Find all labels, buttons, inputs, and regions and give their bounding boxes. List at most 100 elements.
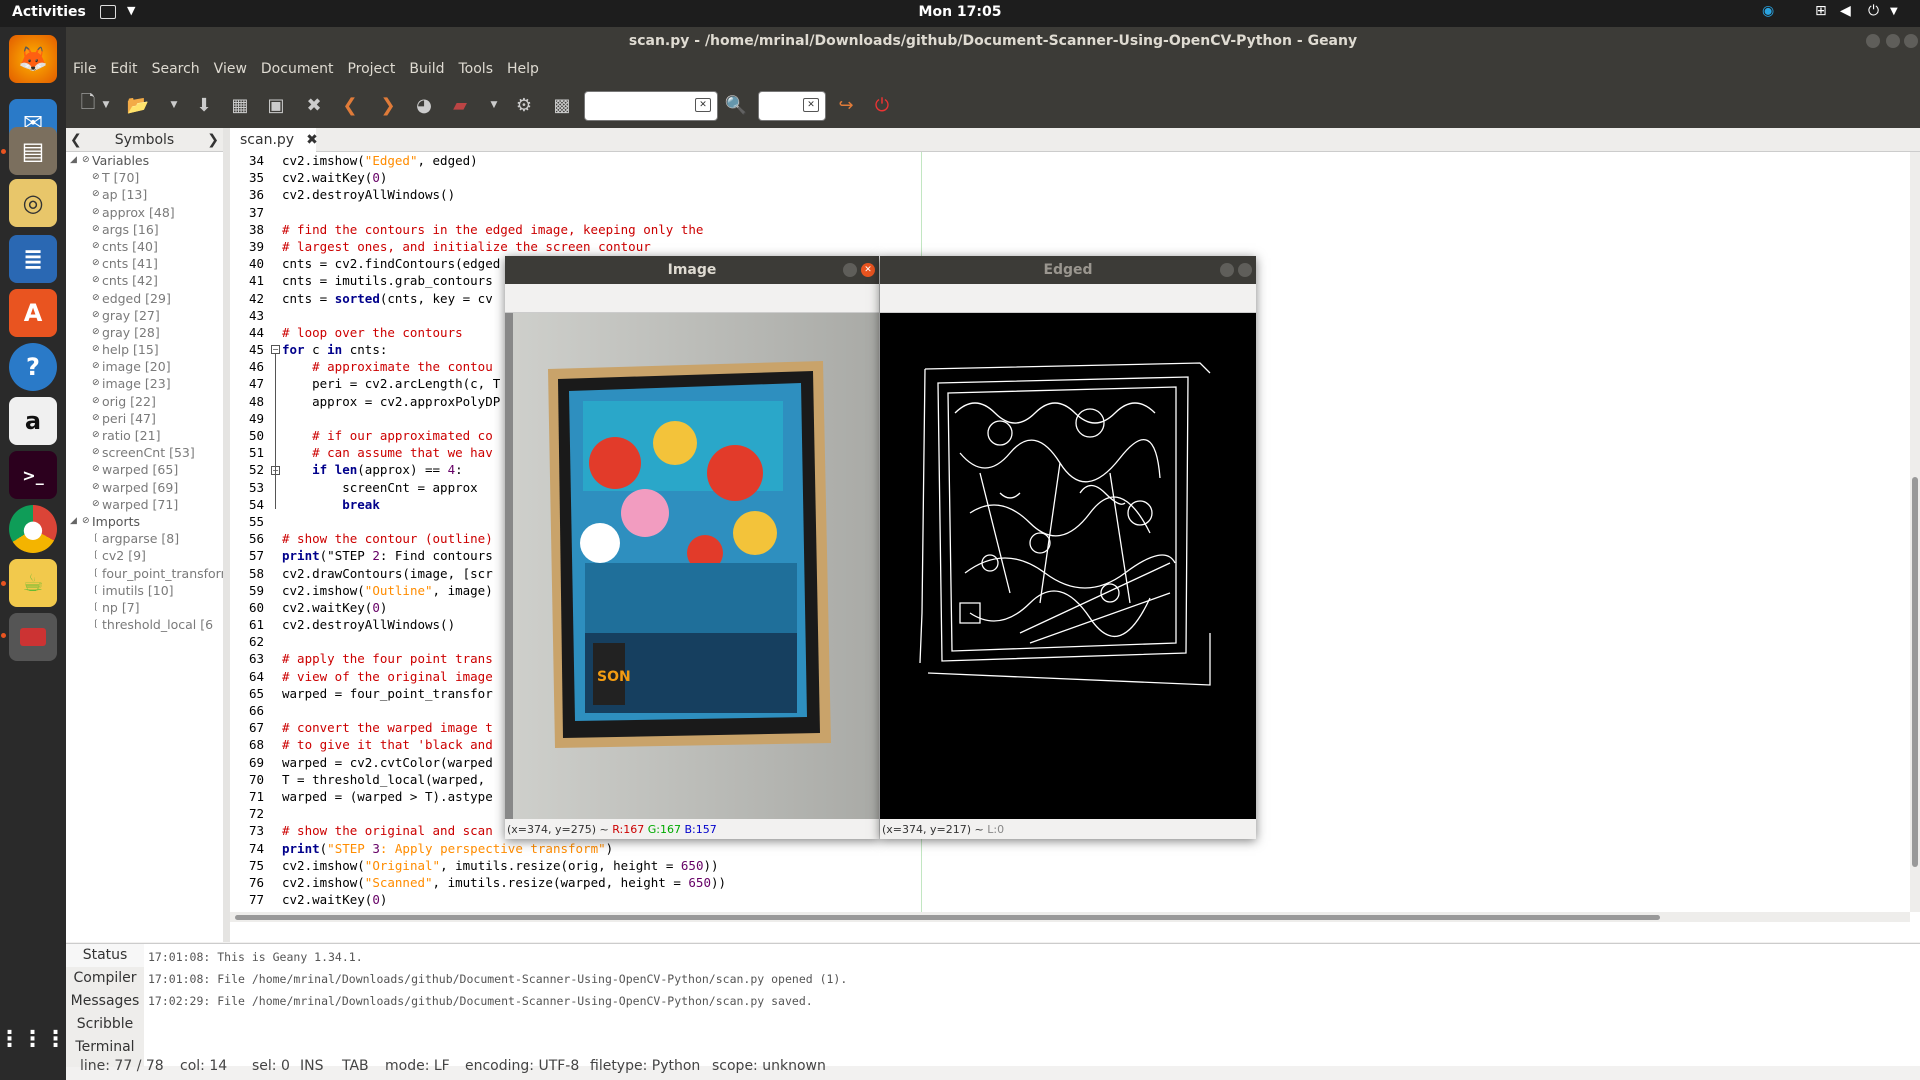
chevron-down-icon[interactable]: ▼ bbox=[94, 93, 118, 117]
code-line[interactable]: cv2.imshow("Original", imutils.resize(or… bbox=[282, 857, 1892, 874]
horizontal-scrollbar[interactable] bbox=[230, 912, 1910, 922]
code-line[interactable]: cv2.imshow("Scanned", imutils.resize(war… bbox=[282, 874, 1892, 891]
symbol-item[interactable]: ⊘ image [20] bbox=[66, 358, 223, 375]
revert-icon[interactable]: ▣ bbox=[264, 93, 288, 117]
chevron-down-icon[interactable]: ▼ bbox=[482, 93, 506, 117]
close-file-icon[interactable]: ✖ bbox=[302, 93, 326, 117]
symbol-item[interactable]: ⊘ peri [47] bbox=[66, 410, 223, 427]
code-line[interactable]: cv2.waitKey(0) bbox=[282, 891, 1892, 908]
chevron-down-icon[interactable]: ▼ bbox=[162, 93, 186, 117]
symbol-item[interactable]: ⊘ cnts [41] bbox=[66, 255, 223, 272]
symbol-item[interactable]: ⊘ warped [65] bbox=[66, 461, 223, 478]
open-file-icon[interactable]: 📂 bbox=[126, 93, 150, 117]
software-center-icon[interactable]: A bbox=[9, 289, 57, 337]
search-input[interactable]: ✕ bbox=[584, 91, 718, 121]
symbol-item[interactable]: ⊘ approx [48] bbox=[66, 204, 223, 221]
menu-search[interactable]: Search bbox=[152, 61, 200, 77]
volume-icon[interactable]: ◀ bbox=[1840, 3, 1851, 19]
quit-icon[interactable]: ⏻ bbox=[870, 93, 894, 117]
writer-icon[interactable]: ≣ bbox=[9, 235, 57, 283]
skype-icon[interactable]: ◉ bbox=[1762, 3, 1774, 19]
menu-build[interactable]: Build bbox=[409, 61, 444, 77]
clear-icon[interactable]: ✕ bbox=[803, 98, 819, 112]
close-icon[interactable] bbox=[1238, 263, 1252, 277]
goto-line-icon[interactable]: ↪ bbox=[834, 93, 858, 117]
fold-toggle-icon[interactable]: − bbox=[271, 345, 280, 355]
symbol-item[interactable]: ❲ threshold_local [6 bbox=[66, 616, 223, 633]
symbol-item[interactable]: ❲ imutils [10] bbox=[66, 582, 223, 599]
symbol-group[interactable]: ◢ ⊘ Variables bbox=[66, 152, 223, 169]
show-apps-icon[interactable]: ⋮⋮⋮ bbox=[0, 1015, 67, 1063]
search-icon[interactable]: 🔍 bbox=[724, 93, 748, 117]
minimize-icon[interactable] bbox=[1220, 263, 1234, 277]
scroll-thumb[interactable] bbox=[235, 915, 1660, 920]
tab-messages[interactable]: Messages bbox=[66, 990, 144, 1013]
pane-divider[interactable] bbox=[223, 128, 230, 942]
power-icon[interactable]: ⏻ bbox=[1868, 3, 1879, 19]
code-line[interactable]: # find the contours in the edged image, … bbox=[282, 221, 1892, 238]
tab-compiler[interactable]: Compiler bbox=[66, 967, 144, 990]
expander-icon[interactable]: ◢ bbox=[70, 513, 77, 530]
save-icon[interactable]: ⬇ bbox=[192, 93, 216, 117]
symbol-item[interactable]: ⊘ args [16] bbox=[66, 221, 223, 238]
close-icon[interactable]: ✕ bbox=[861, 263, 875, 277]
build-icon[interactable]: ▰ bbox=[448, 93, 472, 117]
tab-status[interactable]: Status bbox=[66, 944, 144, 967]
sidebar-prev-icon[interactable]: ❮ bbox=[70, 132, 82, 148]
tab-scan-py[interactable]: scan.py ✖ bbox=[230, 128, 318, 152]
firefox-icon[interactable]: 🦊 bbox=[9, 35, 57, 83]
symbol-item[interactable]: ⊘ gray [28] bbox=[66, 324, 223, 341]
clear-icon[interactable]: ✕ bbox=[695, 98, 711, 112]
back-icon[interactable]: ❮ bbox=[338, 93, 362, 117]
symbol-item[interactable]: ⊘ T [70] bbox=[66, 169, 223, 186]
minimize-icon[interactable] bbox=[1866, 34, 1880, 48]
symbol-item[interactable]: ⊘ help [15] bbox=[66, 341, 223, 358]
symbol-item[interactable]: ❲ argparse [8] bbox=[66, 530, 223, 547]
symbol-item[interactable]: ❲ np [7] bbox=[66, 599, 223, 616]
chrome-icon[interactable]: ● bbox=[9, 505, 57, 553]
symbol-item[interactable]: ⊘ screenCnt [53] bbox=[66, 444, 223, 461]
expander-icon[interactable]: ◢ bbox=[70, 152, 77, 169]
symbol-item[interactable]: ⊘ gray [27] bbox=[66, 307, 223, 324]
terminal-icon[interactable]: >_ bbox=[9, 451, 57, 499]
edge-detection-image[interactable] bbox=[880, 313, 1256, 819]
maximize-icon[interactable] bbox=[1886, 34, 1900, 48]
help-icon[interactable]: ? bbox=[9, 343, 57, 391]
symbol-item[interactable]: ⊘ edged [29] bbox=[66, 290, 223, 307]
close-tab-icon[interactable]: ✖ bbox=[306, 132, 318, 148]
code-line[interactable] bbox=[282, 204, 1892, 221]
forward-icon[interactable]: ❯ bbox=[376, 93, 400, 117]
code-line[interactable]: print("STEP 3: Apply perspective transfo… bbox=[282, 840, 1892, 857]
menu-file[interactable]: File bbox=[73, 61, 96, 77]
symbol-item[interactable]: ❲ four_point_transform bbox=[66, 565, 223, 582]
menu-help[interactable]: Help bbox=[507, 61, 539, 77]
symbol-item[interactable]: ⊘ cnts [40] bbox=[66, 238, 223, 255]
compile-icon[interactable]: ◕ bbox=[412, 93, 436, 117]
sidebar-next-icon[interactable]: ❯ bbox=[207, 132, 219, 148]
menu-project[interactable]: Project bbox=[347, 61, 395, 77]
network-icon[interactable]: ⊞ bbox=[1815, 3, 1827, 19]
color-chooser-icon[interactable]: ▩ bbox=[550, 93, 574, 117]
amazon-icon[interactable]: a bbox=[9, 397, 57, 445]
rhythmbox-icon[interactable]: ◎ bbox=[9, 179, 57, 227]
symbol-item[interactable]: ⊘ orig [22] bbox=[66, 393, 223, 410]
symbol-item[interactable]: ⊘ ap [13] bbox=[66, 186, 223, 203]
symbol-group[interactable]: ◢ ⊘ Imports bbox=[66, 513, 223, 530]
sidebar-tab-symbols[interactable]: Symbols bbox=[115, 132, 174, 148]
photo-framed-poster[interactable]: SON bbox=[505, 313, 879, 819]
code-line[interactable]: # largest ones, and initialize the scree… bbox=[282, 238, 1892, 255]
chevron-down-icon[interactable]: ▼ bbox=[1890, 6, 1898, 17]
scroll-thumb[interactable] bbox=[1912, 477, 1918, 867]
goto-line-input[interactable]: ✕ bbox=[758, 91, 826, 121]
menu-view[interactable]: View bbox=[214, 61, 247, 77]
geany-icon[interactable]: ☕ bbox=[9, 559, 57, 607]
files-icon[interactable]: ▤ bbox=[9, 127, 57, 175]
code-line[interactable]: cv2.imshow("Edged", edged) bbox=[282, 152, 1892, 169]
code-line[interactable]: cv2.destroyAllWindows() bbox=[282, 186, 1892, 203]
symbol-item[interactable]: ⊘ ratio [21] bbox=[66, 427, 223, 444]
symbol-item[interactable]: ⊘ cnts [42] bbox=[66, 272, 223, 289]
code-line[interactable]: cv2.waitKey(0) bbox=[282, 169, 1892, 186]
menu-document[interactable]: Document bbox=[261, 61, 334, 77]
clock[interactable]: Mon 17:05 bbox=[0, 4, 1920, 20]
symbol-item[interactable]: ⊘ warped [69] bbox=[66, 479, 223, 496]
